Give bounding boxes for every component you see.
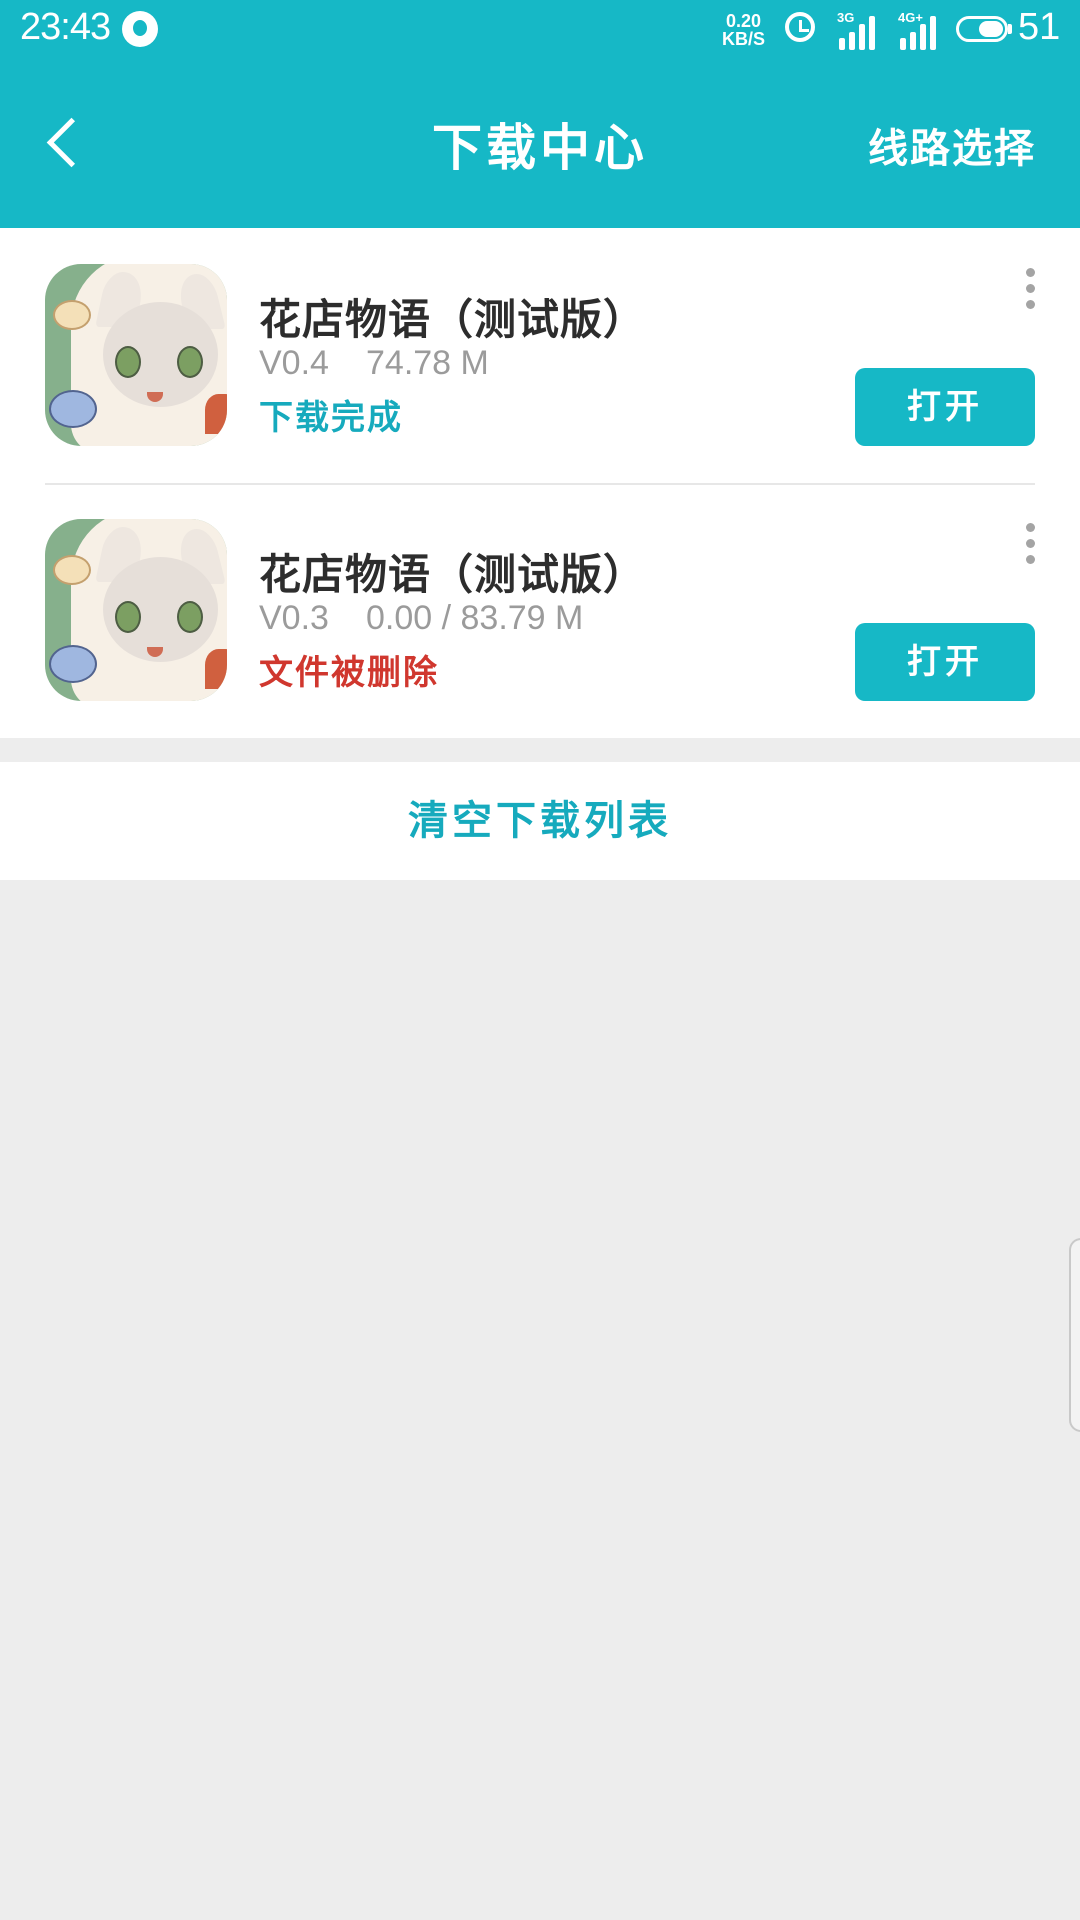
alarm-clock-icon [785, 12, 815, 42]
network-speed: 0.20 KB/S [722, 12, 765, 48]
open-button[interactable]: 打开 [855, 623, 1035, 701]
butterfly-icon [53, 300, 91, 330]
item-version: V0.4 [259, 344, 329, 382]
cell-signal-icon: 3G [837, 10, 885, 50]
more-options-icon[interactable] [1016, 521, 1046, 581]
download-list: 花店物语（测试版） V0.4 74.78 M 下载完成 打开 花店物语（测试版）… [0, 228, 1080, 738]
signal-generation-label: 4G+ [898, 10, 923, 25]
app-icon [45, 519, 227, 701]
item-title: 花店物语（测试版） [259, 550, 647, 599]
butterfly-icon [53, 555, 91, 585]
list-item: 花店物语（测试版） V0.4 74.78 M 下载完成 打开 [0, 228, 1080, 483]
app-icon [45, 264, 227, 446]
notification-drop-icon [122, 11, 158, 47]
open-button[interactable]: 打开 [855, 368, 1035, 446]
flower-icon [205, 649, 227, 689]
item-status: 文件被删除 [259, 653, 439, 693]
status-bar: 23:43 0.20 KB/S 3G 4G+ 51 [0, 0, 1080, 60]
battery-tip [1008, 24, 1012, 34]
item-version: V0.3 [259, 599, 329, 637]
butterfly-icon [49, 390, 97, 428]
battery-level: 51 [1018, 6, 1061, 48]
status-time: 23:43 [20, 6, 111, 48]
floating-side-handle[interactable] [1069, 1238, 1080, 1432]
item-size: 74.78 M [366, 344, 489, 382]
battery-icon [956, 16, 1008, 42]
item-title: 花店物语（测试版） [259, 295, 647, 344]
more-options-icon[interactable] [1016, 266, 1046, 326]
route-select-button[interactable]: 线路选择 [868, 116, 1036, 174]
network-speed-value: 0.20 [725, 11, 762, 31]
item-status: 下载完成 [259, 398, 403, 438]
cell-signal-icon: 4G+ [898, 10, 946, 50]
butterfly-icon [49, 645, 97, 683]
network-speed-unit: KB/S [722, 29, 766, 49]
clear-download-list-button[interactable]: 清空下载列表 [0, 762, 1080, 880]
signal-generation-label: 3G [837, 10, 855, 25]
app-header: 23:43 0.20 KB/S 3G 4G+ 51 下载中心 线路选择 [0, 0, 1080, 228]
list-item: 花店物语（测试版） V0.3 0.00 / 83.79 M 文件被删除 打开 [0, 483, 1080, 738]
flower-icon [205, 394, 227, 434]
item-size: 0.00 / 83.79 M [366, 599, 584, 637]
